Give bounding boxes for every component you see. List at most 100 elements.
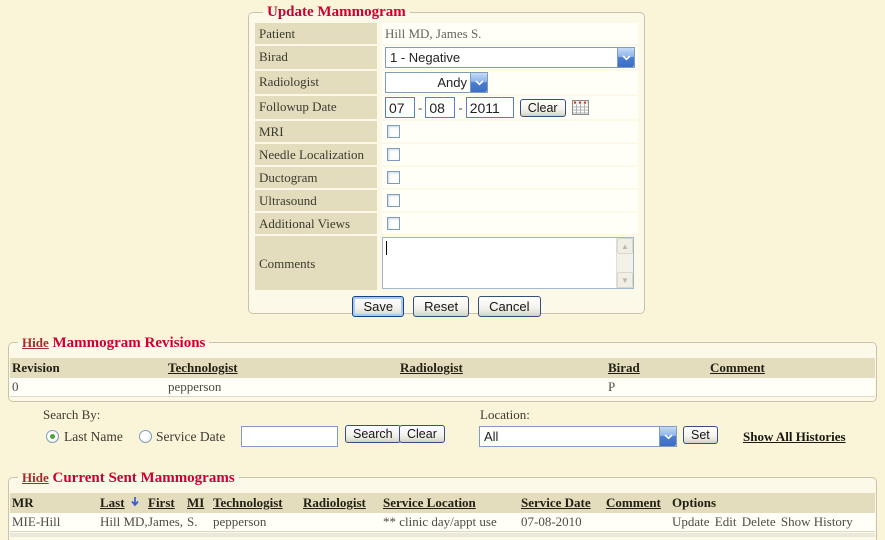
revision-table-row: 0 pepperson P — [10, 378, 875, 397]
birad-row: Birad 1 - Negative — [255, 46, 638, 69]
reset-button[interactable]: Reset — [413, 296, 469, 317]
column-technologist[interactable]: Technologist — [213, 495, 303, 511]
first-value: James, — [148, 514, 187, 530]
column-options: Options — [672, 495, 875, 511]
column-service-location[interactable]: Service Location — [383, 495, 521, 511]
comments-row: Comments ▲ ▼ — [255, 236, 638, 290]
edit-link[interactable]: Edit — [715, 514, 737, 529]
options-cell: Update Edit Delete Show History — [672, 514, 875, 530]
form-buttons: Save Reset Cancel — [255, 296, 638, 317]
radiologist-select[interactable]: Andy — [385, 72, 488, 93]
mammogram-page: Update Mammogram Patient Hill MD, James … — [0, 0, 885, 540]
update-mammogram-form: Update Mammogram Patient Hill MD, James … — [248, 4, 645, 314]
date-separator: - — [458, 100, 462, 116]
text-caret — [386, 241, 387, 255]
followup-date-label: Followup Date — [255, 96, 377, 119]
sent-title: Current Sent Mammograms — [52, 470, 234, 486]
sent-header-row: MR Last First MI Technologist Radiologis… — [10, 493, 875, 513]
column-radiologist[interactable]: Radiologist — [400, 360, 608, 376]
location-label: Location: — [480, 407, 530, 423]
column-revision: Revision — [12, 360, 168, 376]
mi-value: S. — [187, 514, 213, 530]
additional-views-checkbox[interactable] — [387, 217, 400, 230]
service-date-value: 07-08-2010 — [521, 514, 606, 530]
update-link[interactable]: Update — [672, 514, 710, 529]
ductogram-label: Ductogram — [255, 167, 377, 188]
column-technologist[interactable]: Technologist — [168, 360, 400, 376]
ultrasound-label: Ultrasound — [255, 190, 377, 211]
hide-revisions-link[interactable]: Hide — [22, 335, 49, 350]
scroll-down-icon[interactable]: ▼ — [617, 272, 633, 288]
ultrasound-checkbox[interactable] — [387, 194, 400, 207]
scroll-up-icon[interactable]: ▲ — [617, 238, 633, 254]
service-date-radio[interactable] — [139, 430, 152, 443]
column-last[interactable]: Last — [100, 495, 148, 511]
location-select[interactable]: All — [479, 426, 677, 447]
radiologist-row: Radiologist Andy — [255, 71, 638, 94]
needle-localization-row: Needle Localization — [255, 144, 638, 165]
show-history-link[interactable]: Show History — [781, 514, 853, 529]
sort-descending-icon — [130, 495, 140, 511]
revision-value: 0 — [12, 379, 168, 395]
birad-value: P — [608, 379, 710, 395]
column-comment[interactable]: Comment — [710, 360, 875, 376]
mri-row: MRI — [255, 121, 638, 142]
service-location-value: ** clinic day/appt use — [383, 514, 521, 530]
delete-link[interactable]: Delete — [742, 514, 776, 529]
column-comment[interactable]: Comment — [606, 495, 672, 511]
clear-date-button[interactable]: Clear — [520, 99, 566, 117]
search-button[interactable]: Search — [345, 425, 401, 443]
search-clear-button[interactable]: Clear — [399, 425, 445, 443]
save-button[interactable]: Save — [352, 296, 404, 317]
birad-label: Birad — [255, 46, 377, 69]
column-mi[interactable]: MI — [187, 495, 213, 511]
mammogram-revisions-section: Hide Mammogram Revisions Revision Techno… — [8, 334, 877, 402]
followup-year-field[interactable] — [466, 97, 514, 118]
patient-value: Hill MD, James S. — [385, 26, 481, 42]
location-selected-value: All — [480, 429, 659, 444]
cancel-button[interactable]: Cancel — [478, 296, 540, 317]
revisions-header-row: Revision Technologist Radiologist Birad … — [10, 358, 875, 378]
chevron-down-icon[interactable] — [659, 427, 676, 446]
radiologist-selected-value: Andy — [386, 75, 470, 90]
column-birad[interactable]: Birad — [608, 360, 710, 376]
technologist-value: pepperson — [213, 514, 303, 530]
search-by-label: Search By: — [43, 407, 100, 423]
ductogram-row: Ductogram — [255, 167, 638, 188]
last-name-radio[interactable] — [46, 430, 59, 443]
set-location-button[interactable]: Set — [683, 426, 718, 444]
search-input[interactable] — [241, 426, 338, 447]
mr-value: MIE-Hill — [12, 514, 100, 530]
row-divider — [10, 533, 875, 537]
calendar-icon[interactable] — [572, 100, 589, 115]
patient-label: Patient — [255, 23, 377, 44]
last-name-radio-label: Last Name — [64, 429, 123, 445]
hide-sent-link[interactable]: Hide — [22, 470, 49, 485]
ultrasound-row: Ultrasound — [255, 190, 638, 211]
chevron-down-icon[interactable] — [470, 73, 487, 92]
additional-views-row: Additional Views — [255, 213, 638, 234]
technologist-value: pepperson — [168, 379, 400, 395]
followup-month-field[interactable] — [385, 97, 415, 118]
textarea-scrollbar[interactable]: ▲ ▼ — [616, 238, 633, 288]
comments-label: Comments — [255, 236, 377, 290]
followup-day-field[interactable] — [425, 97, 455, 118]
column-mr: MR — [12, 495, 100, 511]
birad-select[interactable]: 1 - Negative — [385, 47, 635, 68]
followup-date-row: Followup Date - - Clear — [255, 96, 638, 119]
revisions-title: Mammogram Revisions — [52, 335, 205, 351]
column-first[interactable]: First — [148, 495, 187, 511]
current-sent-mammograms-section: Hide Current Sent Mammograms MR Last Fir… — [8, 469, 877, 540]
ductogram-checkbox[interactable] — [387, 171, 400, 184]
needle-localization-checkbox[interactable] — [387, 148, 400, 161]
sent-table-row: MIE-Hill Hill MD, James, S. pepperson **… — [10, 513, 875, 532]
column-radiologist[interactable]: Radiologist — [303, 495, 383, 511]
chevron-down-icon[interactable] — [617, 48, 634, 67]
comments-textarea[interactable]: ▲ ▼ — [382, 237, 634, 289]
mri-checkbox[interactable] — [387, 125, 400, 138]
column-service-date[interactable]: Service Date — [521, 495, 606, 511]
radiologist-label: Radiologist — [255, 71, 377, 94]
additional-views-label: Additional Views — [255, 213, 377, 234]
show-all-histories-link[interactable]: Show All Histories — [743, 429, 846, 445]
birad-selected-value: 1 - Negative — [386, 50, 617, 65]
